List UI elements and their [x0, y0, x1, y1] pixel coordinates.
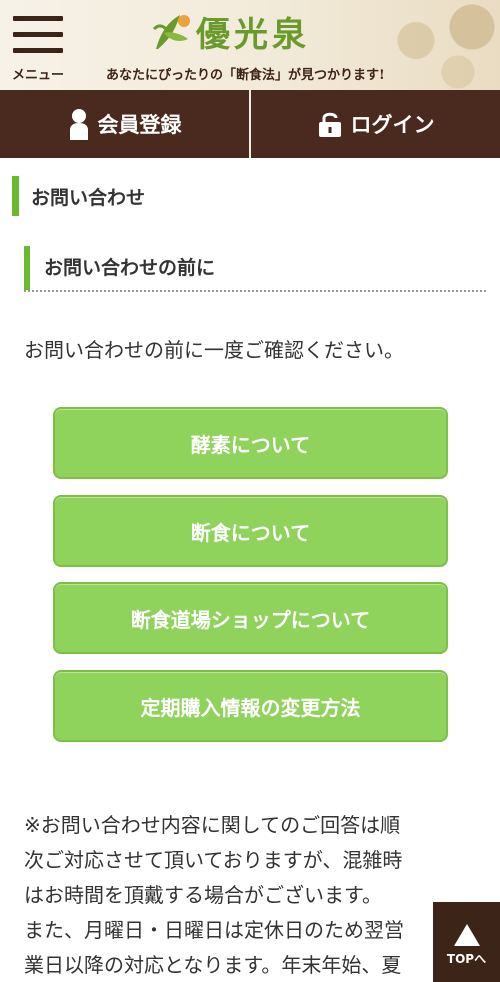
back-to-top-button[interactable]: TOPへ [433, 902, 500, 982]
notice-line: はお時間を頂戴する場合がございます。 [24, 883, 382, 907]
menu-label: メニュー [11, 68, 64, 83]
intro-text: お問い合わせの前に一度ご確認ください。 [24, 338, 404, 362]
hamburger-icon-bar [13, 32, 63, 37]
section-heading-accent [24, 246, 30, 290]
login-label: ログイン [350, 113, 435, 137]
site-logo[interactable]: 優光泉 [150, 6, 310, 56]
section-heading: お問い合わせの前に [24, 244, 486, 292]
notice-line: ※お問い合わせ内容に関してのご回答は順 [24, 813, 401, 837]
lock-icon [317, 110, 343, 138]
hamburger-icon-bar [13, 16, 63, 21]
register-label: 会員登録 [97, 113, 182, 137]
dojo-shop-faq-button[interactable]: 断食道場ショップについて [53, 582, 448, 654]
up-arrow-icon [453, 924, 480, 946]
notice-line: また、月曜日・日曜日は定休日のため翌営 [24, 918, 404, 942]
login-button[interactable]: ログイン [249, 90, 500, 158]
section-title: お問い合わせの前に [44, 257, 216, 279]
subscription-change-button[interactable]: 定期購入情報の変更方法 [53, 670, 448, 742]
enzyme-faq-button[interactable]: 酵素について [53, 407, 448, 479]
notice-line: 業日以降の対応となります。年末年始、夏 [24, 953, 402, 977]
member-nav: 会員登録 ログイン [0, 90, 500, 158]
notice-text: ※お問い合わせ内容に関してのご回答は順 次ご対応させて頂いておりますが、混雑時 … [24, 808, 494, 982]
fasting-faq-button[interactable]: 断食について [53, 495, 448, 567]
back-to-top-label: TOPへ [446, 952, 487, 966]
leaf-logo-icon [152, 15, 190, 49]
logo-text: 優光泉 [196, 14, 310, 55]
register-button[interactable]: 会員登録 [0, 90, 249, 158]
site-header: メニュー 優光泉 あなたにぴったりの「断食法」が見つかります! [0, 0, 500, 90]
notice-line: 次ご対応させて頂いておりますが、混雑時 [24, 848, 403, 872]
page-title: お問い合わせ [12, 176, 145, 216]
tagline: あなたにぴったりの「断食法」が見つかります! [106, 68, 385, 83]
hamburger-icon-bar [13, 48, 63, 53]
menu-button[interactable]: メニュー [8, 10, 68, 83]
person-icon [68, 108, 90, 140]
